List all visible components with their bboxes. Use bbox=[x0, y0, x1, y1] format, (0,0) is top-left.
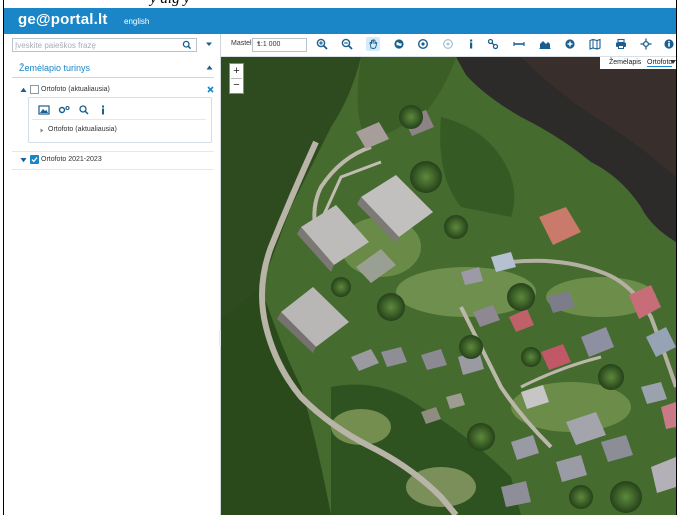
search-box bbox=[12, 38, 197, 52]
sublayer-caret-icon[interactable] bbox=[40, 128, 44, 133]
map-icon[interactable] bbox=[588, 37, 602, 51]
scale-select[interactable]: 1:1 000 ▾ bbox=[252, 38, 307, 52]
search-options-chevron-icon[interactable] bbox=[205, 40, 213, 48]
clipped-caption: y aig y bbox=[150, 0, 190, 8]
basemap-option-ortho[interactable]: Ortofoto bbox=[647, 59, 673, 67]
measure-icon[interactable] bbox=[512, 37, 526, 51]
zoom-out-button[interactable]: − bbox=[230, 78, 243, 92]
basemap-switcher: Žemėlapis Ortofoto bbox=[600, 57, 676, 69]
sublayer-label[interactable]: Ortofoto (aktualiausia) bbox=[48, 126, 117, 133]
close-icon[interactable] bbox=[207, 86, 214, 93]
layer-label[interactable]: Ortofoto (aktualiausia) bbox=[41, 86, 110, 93]
coordinates-icon[interactable] bbox=[639, 37, 653, 51]
info-icon[interactable] bbox=[464, 37, 478, 51]
collapse-caret-icon[interactable] bbox=[206, 64, 213, 71]
row-divider bbox=[12, 151, 214, 152]
globe-icon[interactable] bbox=[392, 37, 406, 51]
app-header: ge@portal.lt english bbox=[4, 8, 676, 34]
zoom-control: + − bbox=[229, 63, 244, 94]
zoom-target-icon[interactable] bbox=[416, 37, 430, 51]
language-link[interactable]: english bbox=[124, 17, 149, 26]
about-icon[interactable] bbox=[662, 37, 674, 51]
expand-caret-icon[interactable] bbox=[20, 157, 27, 163]
image-icon[interactable] bbox=[37, 103, 51, 117]
map-canvas[interactable] bbox=[221, 57, 676, 515]
pan-icon[interactable] bbox=[366, 37, 380, 51]
layer-settings-icon[interactable] bbox=[57, 103, 71, 117]
row-divider bbox=[12, 169, 214, 170]
orthophoto-layer bbox=[221, 57, 676, 515]
basemap-option-map[interactable]: Žemėlapis bbox=[609, 59, 641, 66]
section-divider bbox=[12, 77, 214, 78]
profile-icon[interactable] bbox=[538, 37, 552, 51]
link-icon[interactable] bbox=[486, 37, 500, 51]
add-data-icon[interactable] bbox=[563, 37, 577, 51]
frame-right-border bbox=[676, 0, 677, 515]
expand-caret-icon[interactable] bbox=[20, 87, 27, 93]
layer-checkbox[interactable] bbox=[30, 85, 39, 94]
panel-divider bbox=[32, 119, 206, 120]
print-icon[interactable] bbox=[614, 37, 628, 51]
locate-icon[interactable] bbox=[441, 37, 455, 51]
layer-search-icon[interactable] bbox=[77, 103, 91, 117]
logo[interactable]: ge@portal.lt bbox=[18, 11, 108, 28]
layer-row-ortofoto-2021-2023: Ortofoto 2021-2023 bbox=[16, 154, 216, 166]
search-icon[interactable] bbox=[182, 39, 192, 51]
zoom-in-icon[interactable] bbox=[315, 37, 329, 51]
zoom-in-button[interactable]: + bbox=[230, 64, 243, 78]
layer-label[interactable]: Ortofoto 2021-2023 bbox=[41, 156, 102, 163]
layer-tools-panel bbox=[28, 97, 212, 143]
search-input[interactable] bbox=[15, 39, 173, 51]
layer-checkbox-checked[interactable] bbox=[30, 155, 39, 164]
zoom-out-icon[interactable] bbox=[340, 37, 354, 51]
info-icon[interactable] bbox=[96, 103, 110, 117]
chevron-down-icon: ▾ bbox=[257, 41, 261, 47]
layers-section-title: Žemėlapio turinys bbox=[19, 63, 91, 73]
top-strip: y aig y bbox=[0, 0, 680, 8]
layer-row-ortofoto-aktualiausia: Ortofoto (aktualiausia) bbox=[16, 84, 216, 96]
